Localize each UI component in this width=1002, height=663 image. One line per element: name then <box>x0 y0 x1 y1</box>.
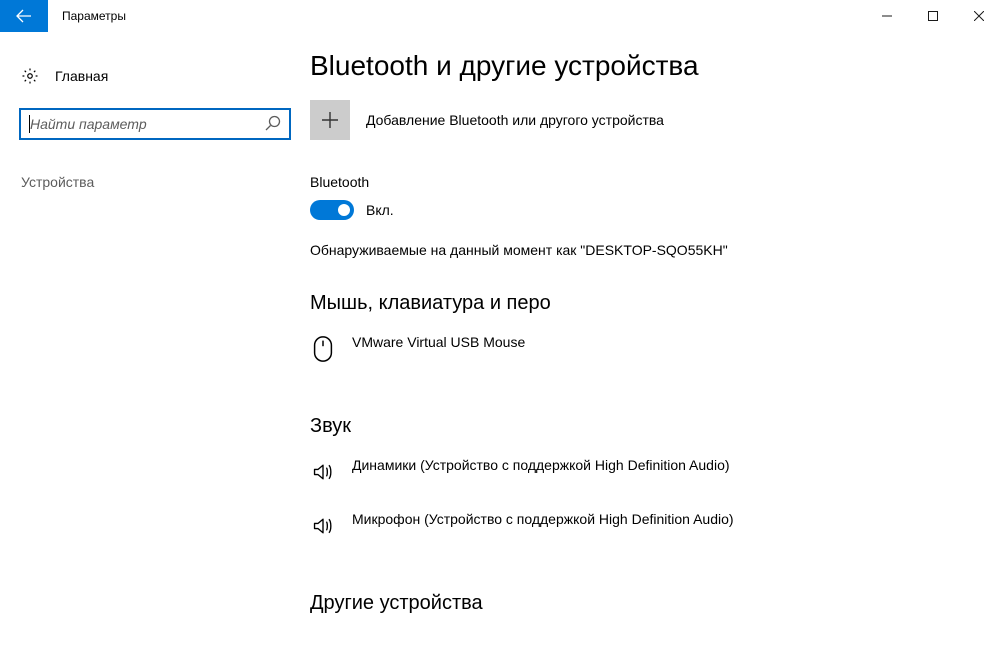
minimize-icon <box>882 11 892 21</box>
section-other-title: Другие устройства <box>310 592 972 615</box>
mouse-icon <box>310 333 336 363</box>
nav-home[interactable]: Главная <box>19 56 291 96</box>
bluetooth-toggle[interactable] <box>310 200 354 220</box>
bluetooth-toggle-label: Вкл. <box>366 202 394 218</box>
search-icon <box>265 115 281 134</box>
sidebar: Главная Устройства <box>0 32 310 663</box>
device-label: Микрофон (Устройство с поддержкой High D… <box>352 510 734 529</box>
device-item-mouse[interactable]: VMware Virtual USB Mouse <box>310 327 750 381</box>
maximize-button[interactable] <box>910 0 956 32</box>
page-title: Bluetooth и другие устройства <box>310 50 972 82</box>
bluetooth-toggle-row: Вкл. <box>310 200 972 220</box>
nav-home-label: Главная <box>55 68 108 84</box>
add-device-button[interactable]: Добавление Bluetooth или другого устройс… <box>310 100 972 140</box>
window-controls <box>864 0 1002 32</box>
discoverable-text: Обнаруживаемые на данный момент как "DES… <box>310 242 830 258</box>
window-title: Параметры <box>48 0 126 32</box>
section-sound-title: Звук <box>310 415 972 438</box>
main-content: Bluetooth и другие устройства Добавление… <box>310 32 1002 663</box>
device-item-speaker[interactable]: Динамики (Устройство с поддержкой High D… <box>310 450 750 504</box>
minimize-button[interactable] <box>864 0 910 32</box>
maximize-icon <box>928 11 938 21</box>
toggle-knob <box>338 204 350 216</box>
close-button[interactable] <box>956 0 1002 32</box>
add-device-label: Добавление Bluetooth или другого устройс… <box>366 112 664 128</box>
sidebar-section-label: Устройства <box>19 174 291 190</box>
arrow-left-icon <box>16 8 32 24</box>
device-item-mic[interactable]: Микрофон (Устройство с поддержкой High D… <box>310 504 750 558</box>
search-box[interactable] <box>19 108 291 140</box>
close-icon <box>974 11 984 21</box>
bluetooth-section-label: Bluetooth <box>310 174 972 190</box>
device-label: VMware Virtual USB Mouse <box>352 333 525 352</box>
speaker-icon <box>310 510 336 540</box>
speaker-icon <box>310 456 336 486</box>
section-mouse-title: Мышь, клавиатура и перо <box>310 292 972 315</box>
back-button[interactable] <box>0 0 48 32</box>
plus-icon <box>321 111 339 129</box>
add-tile <box>310 100 350 140</box>
gear-icon <box>21 67 39 85</box>
titlebar: Параметры <box>0 0 1002 32</box>
search-input[interactable] <box>30 116 265 132</box>
device-label: Динамики (Устройство с поддержкой High D… <box>352 456 730 475</box>
